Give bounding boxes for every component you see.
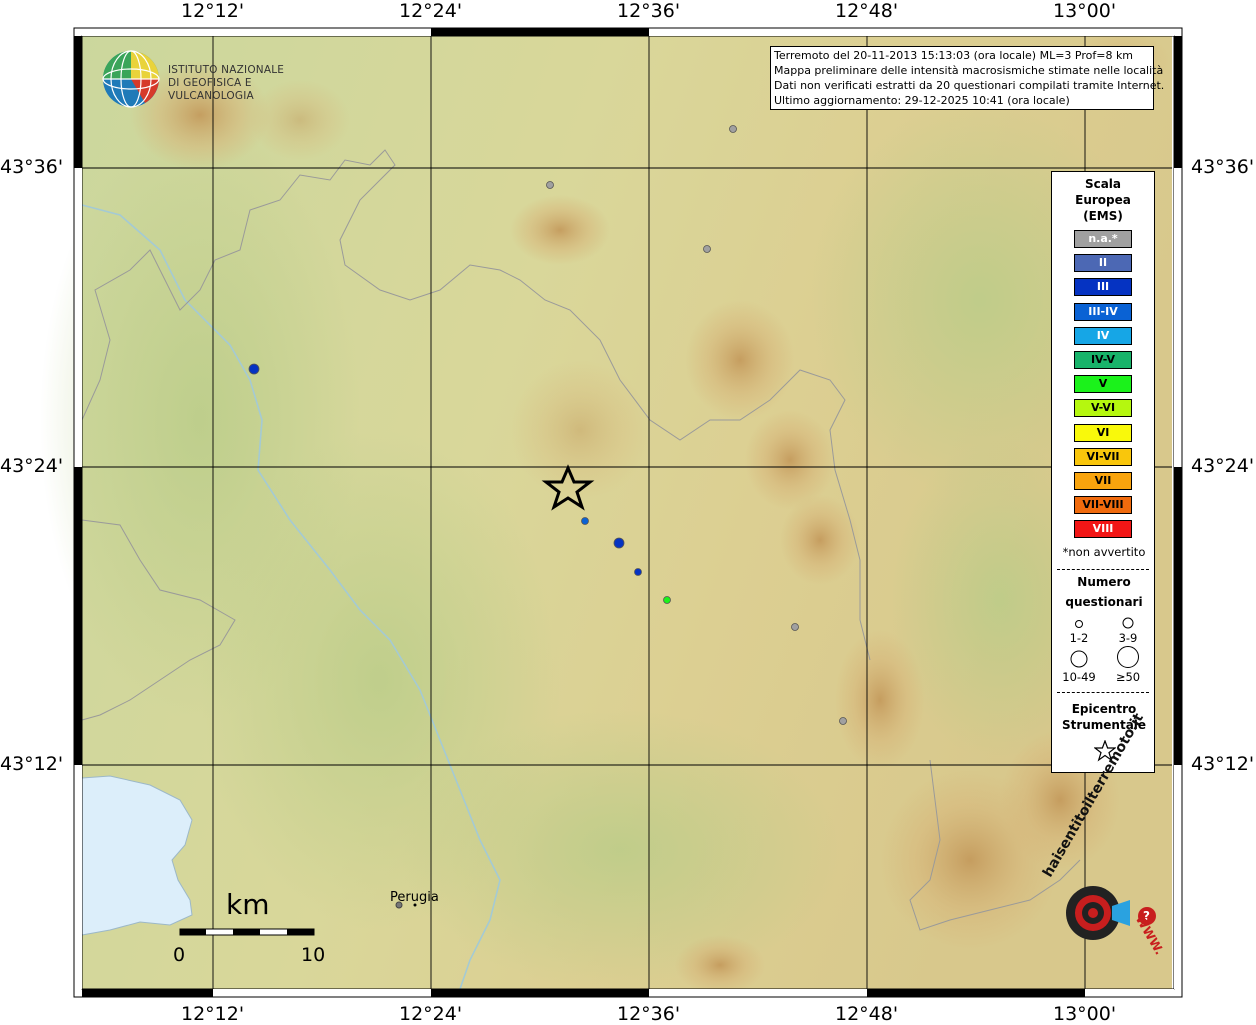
ingv-logo: ISTITUTO NAZIONALE DI GEOFISICA E VULCAN… [100,48,340,110]
observation-marker [663,596,671,604]
legend-divider [1057,569,1149,570]
lon-label: 12°24' [399,1003,463,1025]
scale-bar: km 0 10 [170,888,330,968]
lon-label: 13°00' [1053,1003,1117,1025]
legend-title-1: Scala [1084,177,1122,191]
size-label-1-2: 1-2 [1069,631,1089,645]
city-label-perugia: Perugia [390,890,439,905]
lon-label: 12°48' [835,0,899,22]
observation-marker [839,717,847,725]
size-label-50plus: ≥50 [1115,670,1141,684]
ems-legend: Scala Europea (EMS) n.a.* II III III-IV IV IV… [1051,171,1155,773]
logo-line-2: DI GEOFISICA E VULCANOLOGIA [168,77,254,102]
lon-label: 12°36' [617,0,681,22]
event-info-box: Terremoto del 20-11-2013 15:13:03 (ora l… [770,46,1165,110]
observation-marker [248,363,260,375]
lat-label: 43°12' [0,753,64,775]
event-info-line: Terremoto del 20-11-2013 15:13:03 (ora l… [774,49,1134,62]
legend-item: VII [1074,472,1132,490]
scale-unit-label: km [226,888,270,921]
event-info-line: Ultimo aggiornamento: 29-12-2025 10:41 (… [774,94,1070,107]
lon-label: 13°00' [1053,0,1117,22]
event-info-line: Dati non verificati estratti da 20 quest… [774,79,1165,92]
legend-item: II [1074,254,1132,273]
legend-item: VI [1074,423,1132,442]
observation-marker [791,623,799,631]
legend-item: IV-V [1074,351,1132,369]
lat-label: 43°36' [1191,156,1255,178]
lon-label: 12°24' [399,0,463,22]
legend-item: III-IV [1074,302,1132,321]
legend-item: VI-VII [1074,447,1132,466]
observation-marker [703,245,711,253]
legend-title-2: Europea [1075,193,1131,207]
legend-count-title-1: Numero [1077,575,1131,589]
observation-marker [613,537,625,549]
legend-item: III [1074,278,1132,297]
legend-item: V [1074,375,1132,394]
observation-marker [581,517,589,525]
observation-marker [729,125,737,133]
legend-item: VIII [1074,520,1132,539]
legend-item: IV [1074,326,1132,345]
legend-divider [1057,692,1149,693]
legend-item: V-VI [1074,399,1132,418]
scale-bar-graphic [179,928,315,936]
lat-label: 43°36' [0,156,64,178]
observation-marker [634,568,642,576]
legend-non-felt-note: *non avvertito [1062,545,1146,559]
event-info-line: Mappa preliminare delle intensità macros… [774,64,1164,77]
size-label-10-49: 10-49 [1062,670,1096,684]
legend-title-3: (EMS) [1083,209,1123,223]
scale-start-label: 0 [173,944,186,966]
lon-label: 12°36' [617,1003,681,1025]
lat-label: 43°12' [1191,753,1255,775]
legend-count-title-2: questionari [1065,595,1143,609]
legend-item: n.a.* [1074,230,1132,248]
lon-label: 12°12' [181,1003,245,1025]
legend-item: VII-VIII [1074,496,1132,515]
lat-label: 43°24' [1191,455,1255,477]
lon-label: 12°12' [181,0,245,22]
scale-end-label: 10 [301,944,326,966]
observation-marker [546,181,554,189]
globe-icon [102,50,160,108]
size-label-3-9: 3-9 [1118,631,1138,645]
logo-line-1: ISTITUTO NAZIONALE [168,64,285,76]
lon-label: 12°48' [835,1003,899,1025]
lat-label: 43°24' [0,455,64,477]
